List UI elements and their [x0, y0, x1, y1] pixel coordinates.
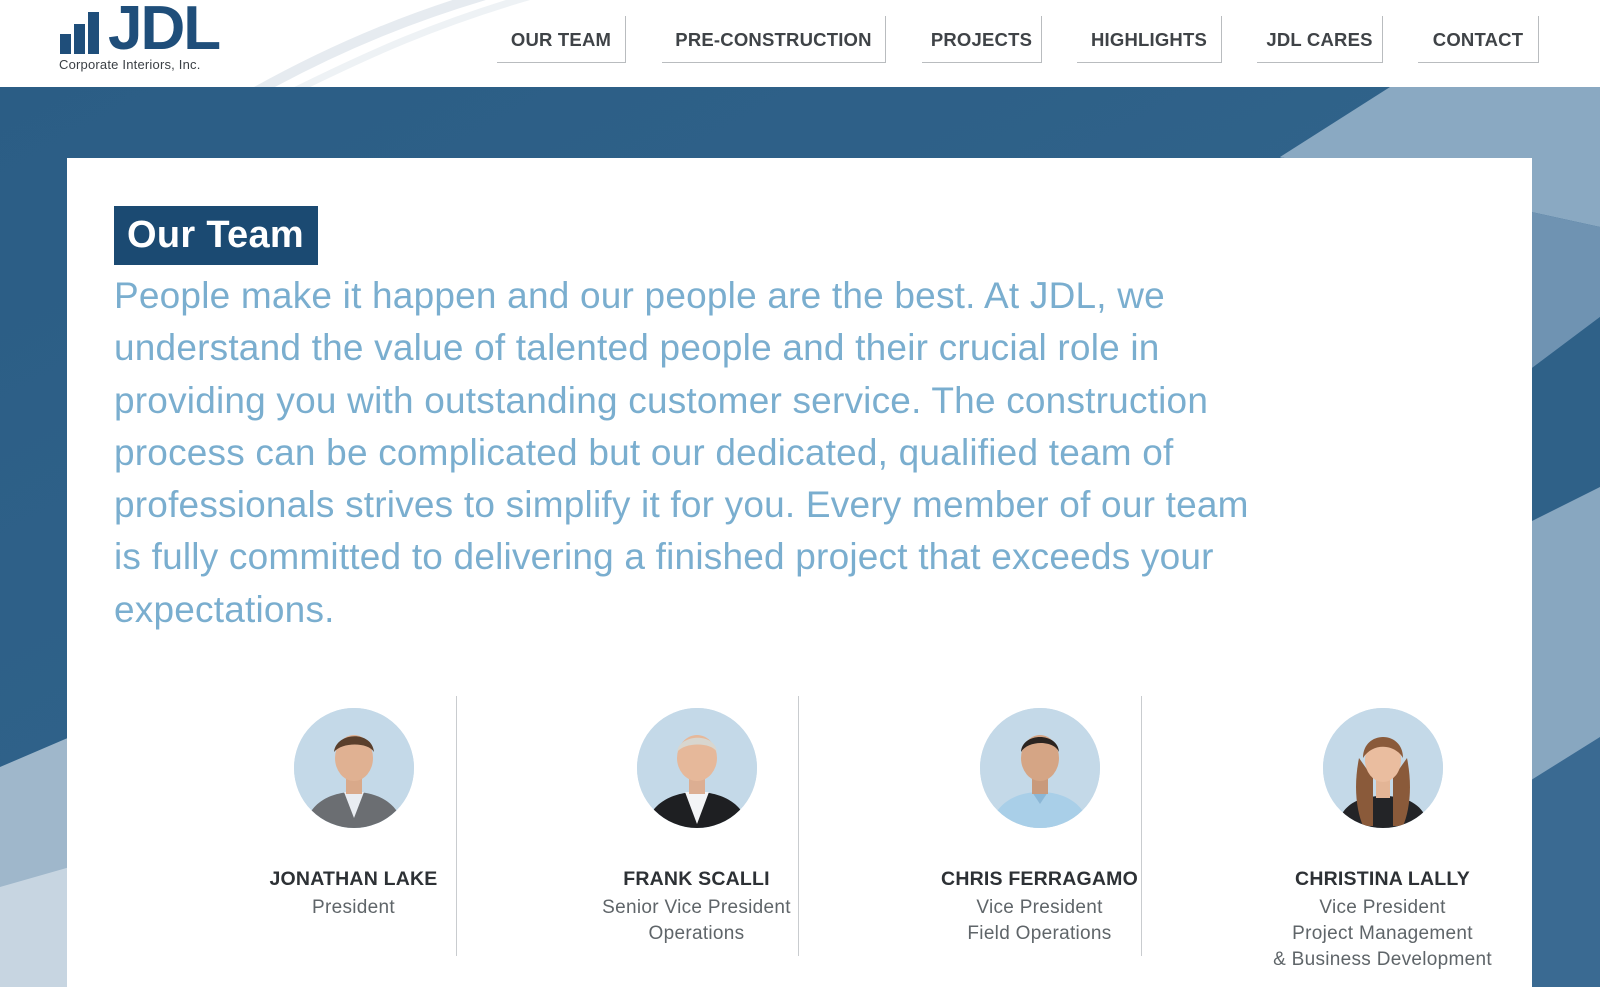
nav-highlights[interactable]: HIGHLIGHTS: [1077, 16, 1222, 63]
member-title-line: & Business Development: [1273, 949, 1492, 970]
page-title: Our Team: [114, 206, 318, 265]
avatar[interactable]: [1323, 708, 1443, 828]
member-name: CHRISTINA LALLY: [1295, 868, 1470, 890]
member-title-line: President: [312, 897, 395, 918]
person-photo-icon: [980, 708, 1100, 828]
site-header: JDL Corporate Interiors, Inc. OUR TEAM P…: [0, 0, 1600, 87]
member-name: FRANK SCALLI: [623, 868, 770, 890]
nav-pre-construction[interactable]: PRE-CONSTRUCTION: [662, 16, 886, 63]
member-divider: [1141, 696, 1142, 956]
member-title-line: Senior Vice President: [602, 897, 791, 918]
member-title-line: Operations: [648, 923, 745, 944]
member-name: CHRIS FERRAGAMO: [941, 868, 1138, 890]
nav-contact[interactable]: CONTACT: [1418, 16, 1539, 63]
team-grid: JONATHAN LAKE President FRANK SCALLI Sen…: [67, 696, 1532, 996]
member-title-line: Field Operations: [967, 923, 1112, 944]
member-name: JONATHAN LAKE: [269, 868, 438, 890]
member-title-line: Vice President: [1319, 897, 1446, 918]
team-member-card: FRANK SCALLI Senior Vice President Opera…: [525, 696, 868, 986]
content-card: Our Team People make it happen and our p…: [67, 158, 1532, 998]
avatar[interactable]: [980, 708, 1100, 828]
intro-paragraph: People make it happen and our people are…: [114, 275, 1249, 630]
nav-our-team[interactable]: OUR TEAM: [497, 16, 626, 63]
member-title: Senior Vice President Operations: [525, 895, 868, 947]
nav-projects[interactable]: PROJECTS: [922, 16, 1042, 63]
person-photo-icon: [1323, 708, 1443, 828]
member-title: President: [182, 895, 525, 921]
avatar[interactable]: [637, 708, 757, 828]
person-photo-icon: [294, 708, 414, 828]
team-member-card: CHRIS FERRAGAMO Vice President Field Ope…: [868, 696, 1211, 986]
team-member-card: JONATHAN LAKE President: [182, 696, 525, 986]
main-nav: OUR TEAM PRE-CONSTRUCTION PROJECTS HIGHL…: [0, 0, 1600, 87]
team-member-card: CHRISTINA LALLY Vice President Project M…: [1211, 696, 1554, 986]
nav-jdl-cares[interactable]: JDL CARES: [1257, 16, 1383, 63]
member-divider: [456, 696, 457, 956]
person-photo-icon: [637, 708, 757, 828]
member-title: Vice President Field Operations: [868, 895, 1211, 947]
avatar[interactable]: [294, 708, 414, 828]
member-title-line: Project Management: [1292, 923, 1473, 944]
member-divider: [798, 696, 799, 956]
member-title-line: Vice President: [976, 897, 1103, 918]
member-title: Vice President Project Management & Busi…: [1211, 895, 1554, 973]
